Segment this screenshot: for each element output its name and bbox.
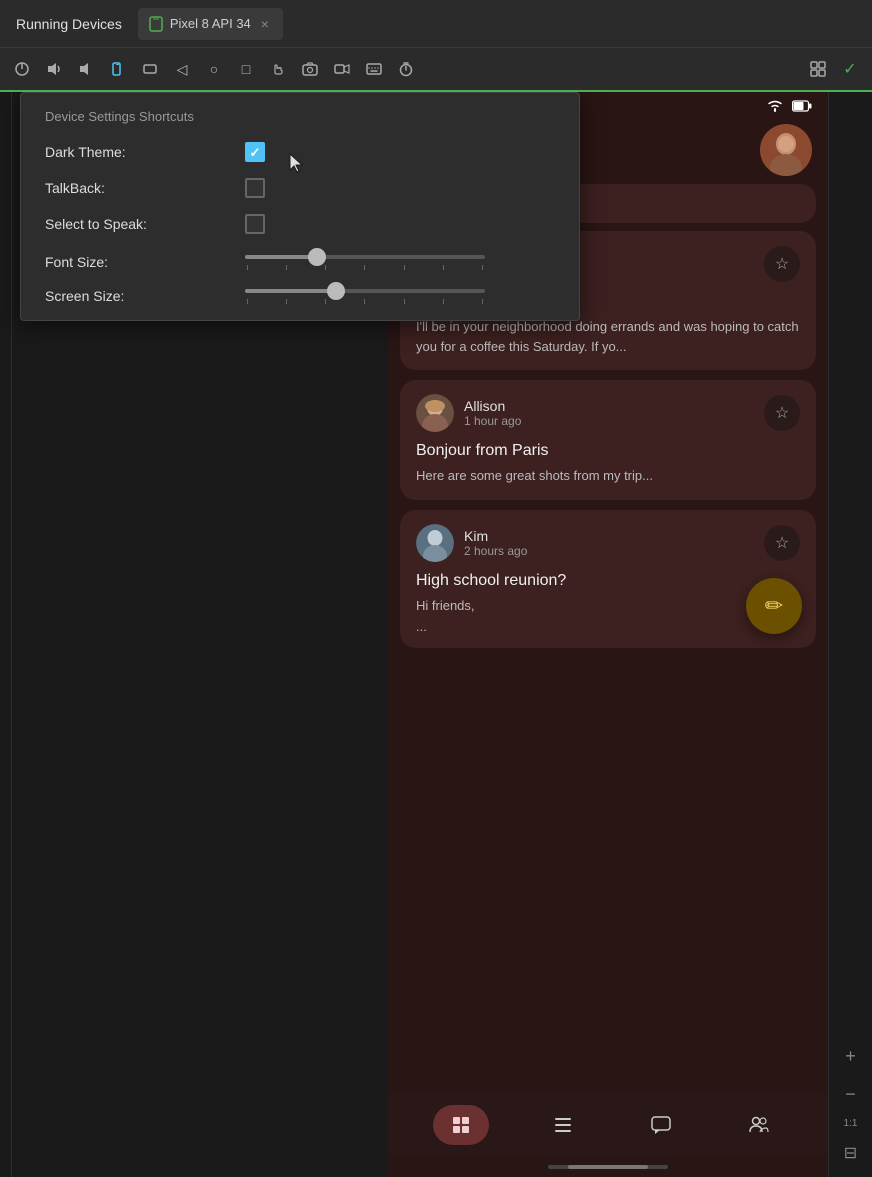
screen-size-thumb[interactable] (327, 282, 345, 300)
nav-chat-button[interactable] (637, 1105, 685, 1145)
ali-body: I'll be in your neighborhood doing erran… (416, 317, 800, 356)
volume-up-button[interactable] (40, 55, 68, 83)
back-button[interactable]: ◁ (168, 55, 196, 83)
kim-star-icon: ☆ (775, 533, 789, 553)
allison-time: 1 hour ago (464, 414, 521, 428)
keyboard-button[interactable] (360, 55, 388, 83)
volume-down-button[interactable] (72, 55, 100, 83)
allison-star-icon: ☆ (775, 403, 789, 423)
font-size-label: Font Size: (45, 254, 245, 270)
notif-card-kim[interactable]: Kim 2 hours ago ☆ High school reunion? H… (400, 510, 816, 649)
nav-home-button[interactable] (433, 1105, 489, 1145)
allison-star-button[interactable]: ☆ (764, 395, 800, 431)
overview-button[interactable]: □ (232, 55, 260, 83)
landscape-button[interactable] (136, 55, 164, 83)
screen-size-slider-container (245, 289, 485, 304)
font-size-slider-container (245, 255, 485, 270)
profile-avatar (760, 124, 812, 176)
screen-size-slider[interactable] (245, 289, 485, 293)
frame-icon: ⊟ (844, 1143, 857, 1163)
battery-icon (792, 100, 812, 112)
kim-star-button[interactable]: ☆ (764, 525, 800, 561)
minus-icon: − (845, 1084, 856, 1105)
dsp-title: Device Settings Shortcuts (45, 109, 555, 124)
plus-icon: + (845, 1046, 856, 1067)
fab-button[interactable]: ✏ (746, 578, 802, 634)
ali-star-button[interactable]: ☆ (764, 246, 800, 282)
home-button[interactable]: ○ (200, 55, 228, 83)
font-size-row: Font Size: (45, 254, 555, 270)
phone-bottom-nav (388, 1093, 828, 1157)
left-sidebar (0, 92, 12, 1177)
allison-body: Here are some great shots from my trip..… (416, 466, 800, 486)
font-size-slider[interactable] (245, 255, 485, 259)
power-button[interactable] (8, 55, 36, 83)
device-shortcuts-panel: Device Settings Shortcuts Dark Theme: ✓ (20, 92, 580, 321)
rotate-button[interactable] (104, 55, 132, 83)
talkback-checkbox[interactable] (245, 178, 265, 198)
add-button[interactable]: + (835, 1040, 867, 1072)
kim-name: Kim (464, 528, 527, 544)
device-tab[interactable]: Pixel 8 API 34 × (138, 8, 283, 40)
toolbar: ◁ ○ □ ✓ (0, 48, 872, 92)
kim-truncated: ... (416, 619, 800, 634)
notif-card-allison[interactable]: Allison 1 hour ago ☆ Bonjour from Paris … (400, 380, 816, 500)
close-button[interactable]: ✓ (836, 55, 864, 83)
gesture-button[interactable] (264, 55, 292, 83)
screen-size-label: Screen Size: (45, 288, 245, 304)
fab-edit-icon: ✏ (765, 593, 783, 619)
allison-title: Bonjour from Paris (416, 442, 800, 460)
nav-people-button[interactable] (735, 1105, 783, 1145)
dark-theme-label: Dark Theme: (45, 144, 245, 160)
video-button[interactable] (328, 55, 356, 83)
kim-avatar (416, 524, 454, 562)
font-size-thumb[interactable] (308, 248, 326, 266)
tab-device-icon (148, 16, 164, 32)
nav-list-button[interactable] (539, 1105, 587, 1145)
kim-body: Hi friends, (416, 596, 800, 616)
camera-button[interactable] (296, 55, 324, 83)
title-bar: Running Devices Pixel 8 API 34 × (0, 0, 872, 48)
app-title: Running Devices (8, 16, 130, 32)
subtract-button[interactable]: − (835, 1078, 867, 1110)
zoom-label: 1:1 (844, 1116, 858, 1131)
select-to-speak-label: Select to Speak: (45, 216, 245, 232)
select-to-speak-row: Select to Speak: (45, 214, 555, 234)
tab-close-button[interactable]: × (257, 16, 273, 32)
dark-theme-checkbox[interactable]: ✓ (245, 142, 265, 162)
screen-size-row: Screen Size: (45, 288, 555, 304)
timer-button[interactable] (392, 55, 420, 83)
extended-controls-button[interactable] (804, 55, 832, 83)
ali-star-icon: ☆ (775, 254, 789, 274)
talkback-row: TalkBack: (45, 178, 555, 198)
allison-name: Allison (464, 398, 521, 414)
kim-title: High school reunion? (416, 572, 800, 590)
talkback-label: TalkBack: (45, 180, 245, 196)
frame-button[interactable]: ⊟ (835, 1137, 867, 1169)
right-panel: + − 1:1 ⊟ (828, 92, 872, 1177)
select-to-speak-checkbox[interactable] (245, 214, 265, 234)
kim-time: 2 hours ago (464, 544, 527, 558)
scroll-indicator (388, 1157, 828, 1177)
tab-label: Pixel 8 API 34 (170, 16, 251, 31)
dark-theme-row: Dark Theme: ✓ (45, 142, 555, 162)
allison-avatar (416, 394, 454, 432)
wifi-icon (766, 98, 784, 115)
